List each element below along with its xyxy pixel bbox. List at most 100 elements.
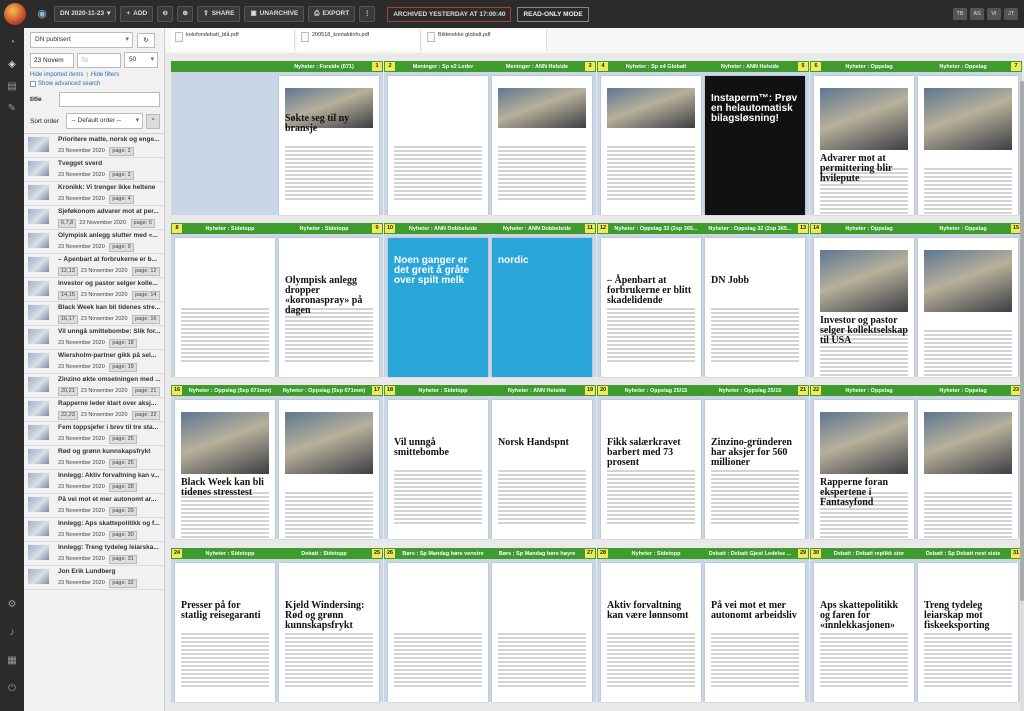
archive-icon[interactable]: ◉ [34,6,50,22]
page-spread[interactable]: 14 Nyheter : Oppslag Nyheter : Oppslag 15 In… [810,223,1022,377]
attachment-file[interactable]: kolofondebatt_blå.pdf [171,30,295,51]
publication-select[interactable]: DN publisert [30,32,133,48]
list-item[interactable]: Jon Erik Lundberg 23 November 2020 page: … [24,566,164,590]
list-item[interactable]: Sjeføkonom advarer mot at per... 6,7,8 23 … [24,206,164,230]
right-page[interactable] [492,563,592,702]
right-page[interactable] [492,76,592,215]
right-page[interactable] [918,76,1018,215]
list-item[interactable]: Olympisk anlegg slutter med «... 23 Novem… [24,230,164,254]
left-page[interactable]: Vil unngå smittebombe [388,400,488,539]
list-item[interactable]: Zinzino økte omsetningen med ... 20,21 23 … [24,374,164,398]
left-page[interactable] [175,238,275,377]
more-menu-button[interactable]: ⋮ [359,6,376,22]
page-spread[interactable]: 2 Meninger : Sp s2 Leder Meninger : ANN He… [384,61,596,215]
date-to-input[interactable]: To [77,52,121,68]
list-item[interactable]: Investor og pastor selger kolle... 14,15 2… [24,278,164,302]
power-icon[interactable]: ⏻ [0,678,24,700]
page-spread[interactable]: 16 Nyheter : Oppslag (5sp 071mm) Nyheter :… [171,385,383,539]
pencil-icon[interactable]: ✎ [0,98,24,120]
left-page[interactable]: Fikk salærkravet barbert med 73 prosent [601,400,701,539]
right-page[interactable] [918,400,1018,539]
list-item[interactable]: Tvegget sverd 23 November 2020 page: 2 [24,158,164,182]
user-badge[interactable]: VI [987,8,1001,20]
right-page[interactable]: Søkte seg til ny bransje [279,76,379,215]
page-spread[interactable]: 24 Nyheter : Sidetopp Debatt : Sidetopp 25 P… [171,548,383,702]
attachment-file[interactable]: Bilderekke globalt.pdf [423,30,547,51]
right-page[interactable]: Instaperm™: Prøv en helautomatisk bilags… [705,76,805,215]
left-page[interactable]: Noen ganger er det greit å gråte over sp… [388,238,488,377]
right-page[interactable] [918,238,1018,377]
list-item[interactable]: Innlegg: Aps skattepolitikk og f... 23 No… [24,518,164,542]
export-button[interactable]: ⎙ EXPORT [308,6,356,22]
sort-direction-button[interactable]: ⌃ [146,113,160,129]
list-item[interactable]: Kronikk: Vi trenger ikke heltene 23 Novem… [24,182,164,206]
left-page[interactable] [388,76,488,215]
user-badge[interactable]: AS [970,8,984,20]
left-page[interactable]: Aktiv forvaltning kan være lønnsomt [601,563,701,702]
right-page[interactable]: nordic [492,238,592,377]
layers-icon[interactable]: ◈ [0,54,24,76]
briefcase-icon[interactable]: ▤ [0,76,24,98]
list-item[interactable]: På vei mot et mer autonomt ar... 23 Novem… [24,494,164,518]
title-input[interactable] [59,92,160,107]
left-page[interactable]: Investor og pastor selger kollektselskap… [814,238,914,377]
page-spread[interactable]: 8 Nyheter : Sidetopp Nyheter : Sidetopp 9 Ol… [171,223,383,377]
right-page[interactable]: Kjeld Windersing: Rød og grønn kunnskaps… [279,563,379,702]
add-button[interactable]: + ADD [120,6,154,22]
page-spread[interactable]: 10 Nyheter : ANN Dobbelside Nyheter : ANN … [384,223,596,377]
page-spread[interactable]: 20 Nyheter : Oppslag 25/15 Nyheter : Oppsl… [597,385,809,539]
left-page[interactable] [388,563,488,702]
list-item[interactable]: Black Week kan bli tidenes stre... 16,17 2… [24,302,164,326]
list-item[interactable]: Vil unngå smittebombe: Slik for... 23 Nov… [24,326,164,350]
settings-icon[interactable]: ⚙ [0,594,24,616]
bell-icon[interactable]: ♪ [0,622,24,644]
hide-imported-link[interactable]: Hide imported items [30,72,83,78]
page-spread[interactable]: 18 Nyheter : Sidetopp Nyheter : ANN Helsid… [384,385,596,539]
list-item[interactable]: Fem toppsjefer i brev til tre sta... 23 N… [24,422,164,446]
dashboard-icon[interactable]: ◔ [0,32,24,54]
right-page[interactable] [279,400,379,539]
date-from-input[interactable]: 23 Novem [30,52,74,68]
page-spread[interactable]: 4 Nyheter : Sp s4 Globalt Nyheter : ANN He… [597,61,809,215]
page-spread[interactable]: 30 Debatt : Debatt replikk stor Debatt : S… [810,548,1022,702]
advanced-search-checkbox[interactable] [30,81,36,87]
zoom-in-button[interactable]: ⊕ [177,6,194,22]
edition-selector[interactable]: DN 2020-11-23 ▾ [54,6,117,22]
right-page[interactable]: Norsk Handspnt [492,400,592,539]
unarchive-button[interactable]: ▣ UNARCHIVE [244,6,305,22]
refresh-button[interactable]: ↻ [137,32,155,48]
list-item[interactable]: Innlegg: Treng tydeleg leiarska... 23 Nov… [24,542,164,566]
list-item[interactable]: Rød og grønn kunnskapsfrykt 23 November 2… [24,446,164,470]
right-page[interactable]: På vei mot et mer autonomt arbeidsliv [705,563,805,702]
list-item[interactable]: Innlegg: Aktiv forvaltning kan v... 23 No… [24,470,164,494]
zoom-out-button[interactable]: ⊖ [157,6,174,22]
right-page[interactable]: DN Jobb [705,238,805,377]
share-button[interactable]: ⇪ SHARE [197,6,241,22]
right-page[interactable]: Zinzino-gründeren har aksjer for 560 mil… [705,400,805,539]
attachment-file[interactable]: 200518_kontaktinfo.pdf [297,30,421,51]
right-page[interactable]: Treng tydeleg leiarskap mot fiskeeksport… [918,563,1018,702]
page-spread[interactable]: 28 Nyheter : Sidetopp Debatt : Debatt Gjes… [597,548,809,702]
user-badge[interactable]: JT [1004,8,1018,20]
right-page[interactable]: Olympisk anlegg dropper «koronaspray» på… [279,238,379,377]
left-page[interactable]: Advarer mot at permittering blir hvilepu… [814,76,914,215]
page-spread[interactable]: 26 Børs : Sp Mandag børs venstre Børs : Sp… [384,548,596,702]
page-spread[interactable]: 6 Nyheter : Oppslag Nyheter : Oppslag 7 Adva… [810,61,1022,215]
hide-filters-link[interactable]: Hide filters [91,72,119,78]
list-item[interactable]: Wiersholm-partner gikk på sel... 23 Novem… [24,350,164,374]
sort-order-select[interactable]: -- Default order -- [66,113,144,129]
page-spread[interactable]: Nyheter : Forside (071) 1 Søkte seg til ny… [171,61,383,215]
list-item[interactable]: Prioritere matte, norsk og enge... 23 Nov… [24,134,164,158]
grid-icon[interactable]: ▦ [0,650,24,672]
list-item[interactable]: Rapperne leder klart over aksj... 22,23 23… [24,398,164,422]
page-size-select[interactable]: 50 [124,52,158,68]
advanced-search-link[interactable]: Show advanced search [38,81,100,87]
left-page[interactable]: – Åpenbart at forbrukerne er blitt skade… [601,238,701,377]
left-page[interactable]: Presser på for statlig reisegaranti [175,563,275,702]
list-item[interactable]: – Åpenbart at forbrukerne er b... 12,13 23… [24,254,164,278]
page-spread[interactable]: 22 Nyheter : Oppslag Nyheter : Oppslag 23 Ra… [810,385,1022,539]
left-page[interactable]: Rapperne foran ekspertene i Fantasyfond [814,400,914,539]
left-page[interactable]: Black Week kan bli tidenes stresstest [175,400,275,539]
user-badge[interactable]: TB [953,8,967,20]
left-page[interactable]: Aps skattepolitikk og faren for «innlekk… [814,563,914,702]
